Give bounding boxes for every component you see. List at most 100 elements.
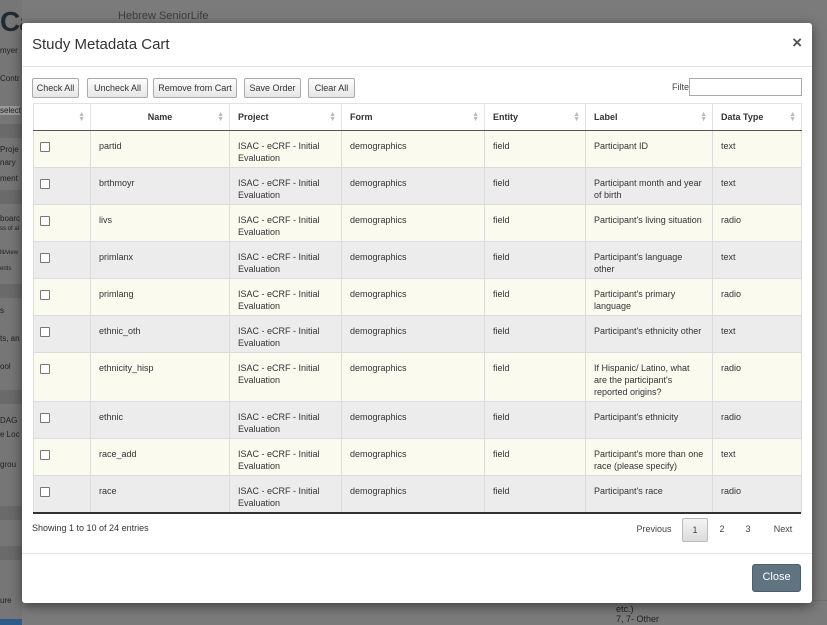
table-bottom-border [33, 512, 801, 514]
cell-entity: field [484, 278, 586, 316]
cell-label: Participant ID [585, 130, 713, 168]
cell-name: primlang [90, 278, 230, 316]
clear-all-button[interactable]: Clear All [308, 78, 355, 98]
modal-footer [22, 553, 812, 554]
cell-form: demographics [341, 204, 485, 242]
cell-entity: field [484, 204, 586, 242]
cell-project: ISAC - eCRF - Initial Evaluation [229, 401, 342, 439]
cell-select [33, 167, 91, 205]
cell-entity: field [484, 475, 586, 513]
cell-entity: field [484, 438, 586, 476]
cell-label: Participant's race [585, 475, 713, 513]
table-row: race_add ISAC - eCRF - Initial Evaluation… [33, 438, 802, 476]
cell-label: Participant's more than one race (please… [585, 438, 713, 476]
column-header-label[interactable]: Label ▲ ▼ [585, 103, 713, 131]
cell-project: ISAC - eCRF - Initial Evaluation [229, 315, 342, 353]
column-header-entity[interactable]: Entity ▲ ▼ [484, 103, 586, 131]
cell-name: brthmoyr [90, 167, 230, 205]
row-checkbox[interactable] [40, 327, 50, 337]
table-row: ethnicity_hisp ISAC - eCRF - Initial Eval… [33, 352, 802, 402]
filter-input[interactable] [689, 78, 802, 96]
cell-data-type: text [712, 438, 802, 476]
sort-icon: ▲ ▼ [789, 111, 796, 123]
bg-text: ool [0, 362, 11, 371]
metadata-table-body: partid ISAC - eCRF - Initial Evaluation de… [33, 130, 802, 513]
sort-icon: ▲ ▼ [700, 111, 707, 123]
row-checkbox[interactable] [40, 413, 50, 423]
column-header-data-type[interactable]: Data Type ▲ ▼ [712, 103, 802, 131]
cell-entity: field [484, 167, 586, 205]
row-checkbox[interactable] [40, 487, 50, 497]
check-all-button[interactable]: Check All [32, 78, 79, 98]
bg-text: ure [0, 596, 12, 605]
modal-title: Study Metadata Cart [32, 36, 170, 53]
bg-separator [0, 124, 22, 138]
bg-separator [0, 284, 22, 298]
bg-table [120, 600, 827, 625]
cell-data-type: radio [712, 204, 802, 242]
cell-data-type: text [712, 167, 802, 205]
close-icon[interactable]: × [792, 33, 802, 53]
row-checkbox[interactable] [40, 216, 50, 226]
pagination-page-3[interactable]: 3 [738, 518, 758, 540]
cart-toolbar: Check All Uncheck All Remove from Cart S… [32, 78, 802, 100]
cell-form: demographics [341, 241, 485, 279]
cell-label: Participant's ethnicity [585, 401, 713, 439]
cell-data-type: text [712, 315, 802, 353]
cell-name: primlanx [90, 241, 230, 279]
table-row: brthmoyr ISAC - eCRF - Initial Evaluation… [33, 167, 802, 205]
row-checkbox[interactable] [40, 364, 50, 374]
study-metadata-cart-dialog: Study Metadata Cart × Check All Uncheck … [22, 23, 812, 603]
cell-label: Participant's language other [585, 241, 713, 279]
save-order-button[interactable]: Save Order [244, 78, 301, 98]
cell-select [33, 241, 91, 279]
cell-project: ISAC - eCRF - Initial Evaluation [229, 475, 342, 513]
column-header-name[interactable]: Name ▲ ▼ [90, 103, 230, 131]
pagination-page-2[interactable]: 2 [712, 518, 732, 540]
bg-separator [0, 546, 22, 560]
row-checkbox[interactable] [40, 179, 50, 189]
bg-text: grou [0, 460, 17, 469]
table-row: race ISAC - eCRF - Initial Evaluation demo… [33, 475, 802, 513]
column-header-select[interactable]: ▲ ▼ [33, 103, 91, 131]
cell-form: demographics [341, 278, 485, 316]
cell-name: livs [90, 204, 230, 242]
table-row: partid ISAC - eCRF - Initial Evaluation de… [33, 130, 802, 168]
table-row: ethnic ISAC - eCRF - Initial Evaluation de… [33, 401, 802, 439]
bg-text: e Loc [0, 430, 20, 439]
cell-data-type: radio [712, 352, 802, 402]
table-info: Showing 1 to 10 of 24 entries [32, 523, 149, 533]
row-checkbox[interactable] [40, 253, 50, 263]
bg-text: DAG [0, 416, 18, 425]
pagination-previous[interactable]: Previous [632, 518, 676, 540]
row-checkbox[interactable] [40, 450, 50, 460]
sort-icon: ▲ ▼ [472, 111, 479, 123]
pagination-next[interactable]: Next [766, 518, 800, 540]
cell-select [33, 130, 91, 168]
cell-form: demographics [341, 167, 485, 205]
cell-label: If Hispanic/ Latino, what are the partic… [585, 352, 713, 402]
sort-icon: ▲ ▼ [329, 111, 336, 123]
close-button[interactable]: Close [752, 564, 801, 592]
pagination-page-1[interactable]: 1 [682, 518, 708, 542]
cell-name: ethnic_oth [90, 315, 230, 353]
sort-icon: ▲ ▼ [217, 111, 224, 123]
cell-form: demographics [341, 352, 485, 402]
remove-from-cart-button[interactable]: Remove from Cart [153, 78, 237, 98]
column-header-project[interactable]: Project ▲ ▼ [229, 103, 342, 131]
column-header-form[interactable]: Form ▲ ▼ [341, 103, 485, 131]
cell-entity: field [484, 401, 586, 439]
cell-label: Participant month and year of birth [585, 167, 713, 205]
cell-label: Participant's living situation [585, 204, 713, 242]
uncheck-all-button[interactable]: Uncheck All [87, 78, 148, 98]
cell-project: ISAC - eCRF - Initial Evaluation [229, 352, 342, 402]
row-checkbox[interactable] [40, 142, 50, 152]
cell-data-type: radio [712, 278, 802, 316]
cell-name: ethnicity_hisp [90, 352, 230, 402]
bg-text: ents [0, 266, 12, 272]
sort-icon: ▲ ▼ [573, 111, 580, 123]
cell-select [33, 278, 91, 316]
row-checkbox[interactable] [40, 290, 50, 300]
cell-data-type: radio [712, 475, 802, 513]
table-row: livs ISAC - eCRF - Initial Evaluation demo… [33, 204, 802, 242]
